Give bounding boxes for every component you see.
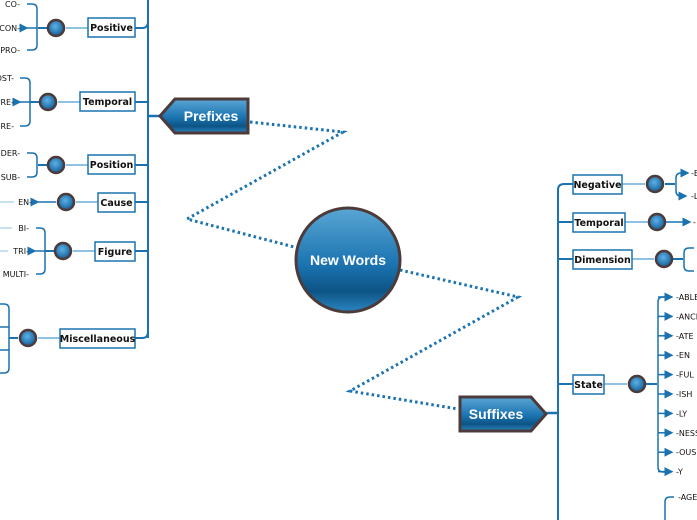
- group-label: Cause: [100, 198, 132, 209]
- group-label: State: [574, 380, 603, 391]
- suffix-group-negative[interactable]: Negative: [572, 174, 623, 195]
- group-label: Dimension: [574, 255, 631, 266]
- group-label: Positive: [90, 23, 133, 34]
- leaf-label[interactable]: UNDER-: [0, 149, 20, 158]
- collapse-knob-figure[interactable]: [53, 241, 73, 261]
- suffix-group-temporal[interactable]: Temporal: [572, 212, 626, 233]
- collapse-knob-positive[interactable]: [46, 18, 66, 38]
- collapse-knob-temporal[interactable]: [38, 92, 58, 112]
- group-label: Miscellaneous: [60, 334, 136, 345]
- prefix-group-cause[interactable]: Cause: [97, 192, 136, 213]
- leaf-label[interactable]: -NESS: [676, 429, 697, 438]
- main-topic-prefixes[interactable]: Prefixes: [157, 97, 250, 135]
- prefix-group-miscellaneous[interactable]: Miscellaneous: [59, 328, 136, 349]
- leaf-label[interactable]: -Y: [676, 468, 683, 477]
- leaf-label[interactable]: -LY: [676, 409, 687, 418]
- group-label: Temporal: [574, 218, 623, 229]
- mind-map-canvas: Positive Temporal Position Cause Figure …: [0, 0, 697, 520]
- leaf-label[interactable]: -AGE: [678, 493, 697, 502]
- leaf-label[interactable]: SUB-: [1, 173, 20, 182]
- leaf-label[interactable]: -ABLE: [676, 293, 697, 302]
- suffix-group-dimension[interactable]: Dimension: [572, 249, 633, 270]
- leaf-label[interactable]: -EN: [676, 351, 690, 360]
- prefix-leaves: CO- CON- PRO- POST- PRE- FORE- UNDER- SU…: [0, 0, 32, 279]
- leaf-label[interactable]: -FUL: [676, 371, 694, 380]
- main-topic-label: Prefixes: [184, 108, 239, 124]
- prefix-group-temporal[interactable]: Temporal: [79, 91, 136, 112]
- leaf-label[interactable]: -L: [691, 192, 697, 201]
- collapse-knob-state[interactable]: [627, 374, 647, 394]
- leaf-label[interactable]: BI-: [18, 224, 29, 233]
- collapse-knob-negative[interactable]: [645, 174, 665, 194]
- group-label: Temporal: [83, 97, 132, 108]
- group-label: Figure: [98, 247, 132, 258]
- leaf-label[interactable]: POST-: [0, 74, 14, 83]
- leaf-label[interactable]: -ISH: [676, 390, 692, 399]
- leaf-label[interactable]: CO-: [5, 0, 20, 9]
- leaf-label[interactable]: MULTI-: [3, 270, 29, 279]
- suffix-leaves: -E -L - -ABLE -ANCE -ATE -EN -FUL -ISH -LY -NES…: [676, 169, 697, 502]
- leaf-label[interactable]: -ANCE: [676, 312, 697, 321]
- leaf-label[interactable]: -ATE: [676, 332, 694, 341]
- collapse-knob-cause[interactable]: [56, 192, 76, 212]
- suffix-group-state[interactable]: State: [572, 374, 605, 395]
- prefixes-tree: [0, 0, 163, 374]
- central-topic-new-words[interactable]: New Words: [294, 206, 402, 314]
- collapse-knob-position[interactable]: [46, 155, 66, 175]
- prefix-group-positive[interactable]: Positive: [87, 17, 136, 38]
- main-topic-label: Suffixes: [469, 406, 524, 422]
- leaf-label[interactable]: PRE-: [0, 98, 14, 107]
- group-label: Negative: [573, 180, 621, 191]
- leaf-label[interactable]: -: [693, 218, 696, 227]
- leaf-label[interactable]: FORE-: [0, 122, 14, 131]
- collapse-knob-dimension[interactable]: [654, 249, 674, 269]
- collapse-knob-miscellaneous[interactable]: [18, 328, 38, 348]
- collapse-knob-temporal-suffix[interactable]: [647, 212, 667, 232]
- leaf-label[interactable]: TRI-: [12, 247, 29, 256]
- leaf-label[interactable]: EN-: [18, 198, 32, 207]
- leaf-label[interactable]: -OUS: [676, 448, 696, 457]
- leaf-label[interactable]: CON-: [0, 24, 20, 33]
- prefix-group-position[interactable]: Position: [87, 154, 136, 175]
- prefix-group-figure[interactable]: Figure: [94, 241, 136, 262]
- group-label: Position: [90, 160, 134, 171]
- main-topic-suffixes[interactable]: Suffixes: [458, 395, 549, 433]
- central-topic-label: New Words: [310, 252, 386, 268]
- leaf-label[interactable]: -E: [691, 169, 697, 178]
- leaf-label[interactable]: PRO-: [0, 46, 20, 55]
